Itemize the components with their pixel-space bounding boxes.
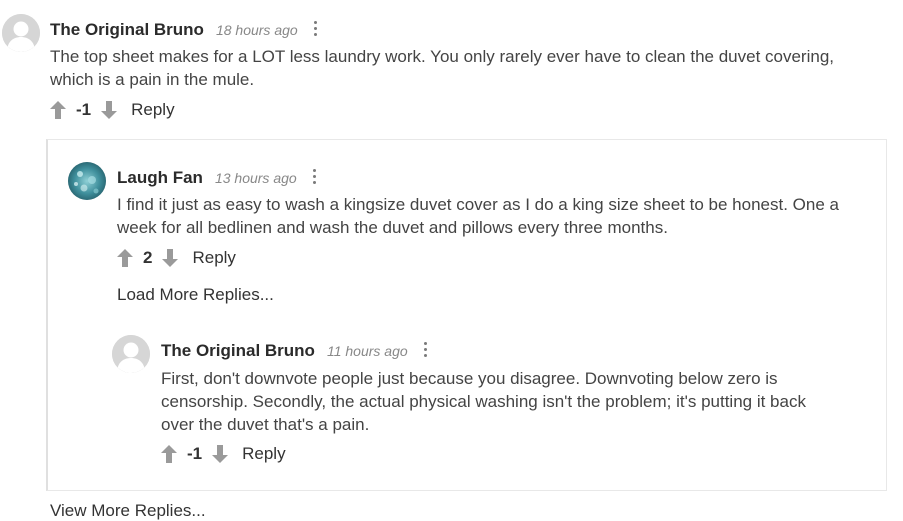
- default-avatar-icon: [2, 14, 40, 52]
- arrow-up-icon[interactable]: [161, 445, 177, 463]
- comment-text-line: I find it just as easy to wash a kingsiz…: [117, 195, 839, 214]
- kebab-menu-icon[interactable]: [313, 21, 318, 37]
- timestamp[interactable]: 13 hours ago: [215, 170, 297, 186]
- timestamp[interactable]: 18 hours ago: [216, 22, 298, 38]
- vote-score: -1: [76, 100, 92, 119]
- arrow-up-icon[interactable]: [50, 101, 66, 119]
- comment-text-line: over the duvet that's a pain.: [161, 415, 370, 434]
- comment-text: First, don't downvote people just becaus…: [161, 367, 871, 436]
- author-name[interactable]: The Original Bruno: [50, 20, 204, 40]
- photo-avatar-icon: [68, 162, 106, 200]
- avatar[interactable]: [112, 335, 150, 373]
- arrow-down-icon[interactable]: [212, 445, 229, 463]
- comment-text-line: which is a pain in the mule.: [50, 70, 255, 89]
- vote-score: 2: [143, 248, 153, 267]
- view-more-replies-link[interactable]: View More Replies...: [50, 501, 206, 521]
- author-name[interactable]: The Original Bruno: [161, 341, 315, 361]
- vote-score: -1: [187, 444, 203, 463]
- comment-text-line: censorship. Secondly, the actual physica…: [161, 392, 806, 411]
- arrow-down-icon[interactable]: [162, 249, 179, 267]
- comment-text: The top sheet makes for a LOT less laund…: [50, 45, 880, 91]
- comment-text-line: The top sheet makes for a LOT less laund…: [50, 47, 835, 66]
- default-avatar-icon: [112, 335, 150, 373]
- reply-button[interactable]: Reply: [131, 100, 174, 120]
- comment-text: I find it just as easy to wash a kingsiz…: [117, 193, 877, 239]
- avatar[interactable]: [2, 14, 40, 52]
- load-more-replies-link[interactable]: Load More Replies...: [117, 285, 274, 305]
- arrow-down-icon[interactable]: [101, 101, 118, 119]
- reply-button[interactable]: Reply: [192, 248, 235, 268]
- reply-button[interactable]: Reply: [242, 444, 285, 464]
- avatar[interactable]: [68, 162, 106, 200]
- kebab-menu-icon[interactable]: [312, 169, 317, 185]
- reply-thread: [46, 139, 887, 491]
- author-name[interactable]: Laugh Fan: [117, 168, 203, 188]
- comment-text-line: First, don't downvote people just becaus…: [161, 369, 778, 388]
- kebab-menu-icon[interactable]: [423, 342, 428, 358]
- comment-text-line: week for all bedlinen and wash the duvet…: [117, 218, 668, 237]
- arrow-up-icon[interactable]: [117, 249, 133, 267]
- timestamp[interactable]: 11 hours ago: [327, 343, 408, 359]
